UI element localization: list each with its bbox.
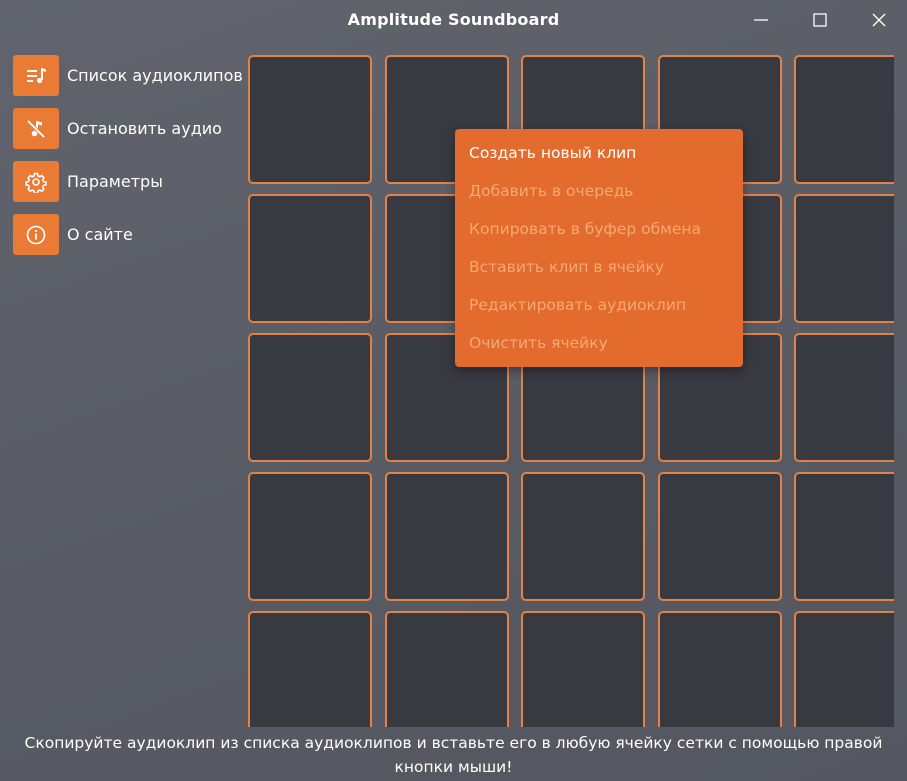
- sidebar-item-about[interactable]: О сайте: [13, 214, 243, 255]
- context-menu-item: Очистить ячейку: [469, 334, 608, 352]
- maximize-icon: [813, 13, 827, 27]
- grid-cell[interactable]: [658, 611, 782, 727]
- status-text-line1: Скопируйте аудиоклип из списка аудиоклип…: [24, 734, 883, 752]
- minimize-icon: [754, 19, 768, 21]
- playlist-icon: [13, 55, 59, 96]
- grid-cell[interactable]: [794, 611, 894, 727]
- sidebar-item-label: Остановить аудио: [67, 119, 222, 138]
- grid-cell[interactable]: [794, 333, 894, 462]
- grid-cell[interactable]: [794, 472, 894, 601]
- grid-cell[interactable]: [658, 472, 782, 601]
- title-bar[interactable]: Amplitude Soundboard: [0, 0, 907, 40]
- grid-cell[interactable]: [248, 611, 372, 727]
- sidebar-item-stop-audio[interactable]: Остановить аудио: [13, 108, 243, 149]
- sidebar-item-label: О сайте: [67, 225, 133, 244]
- grid-cell[interactable]: [248, 472, 372, 601]
- grid-cell[interactable]: [794, 55, 894, 184]
- sidebar-item-settings[interactable]: Параметры: [13, 161, 243, 202]
- grid-cell[interactable]: [248, 55, 372, 184]
- context-menu-item: Копировать в буфер обмена: [469, 220, 701, 238]
- close-icon: [872, 13, 886, 27]
- info-icon: [13, 214, 59, 255]
- grid-cell[interactable]: [521, 472, 645, 601]
- context-menu: Создать новый клип Добавить в очередь Копи…: [455, 129, 743, 367]
- context-menu-item: Добавить в очередь: [469, 182, 634, 200]
- app-window: Amplitude Soundboard Список аудиоклипов …: [0, 0, 907, 781]
- context-menu-item[interactable]: Создать новый клип: [455, 134, 743, 172]
- gear-icon: [13, 161, 59, 202]
- close-button[interactable]: [861, 6, 897, 34]
- grid-cell[interactable]: [385, 611, 509, 727]
- sidebar: Список аудиоклипов Остановить аудио Пара…: [13, 55, 243, 267]
- sidebar-item-label: Параметры: [67, 172, 163, 191]
- context-menu-item: Редактировать аудиоклип: [469, 296, 687, 314]
- grid-cell[interactable]: [385, 472, 509, 601]
- status-bar: Скопируйте аудиоклип из списка аудиоклип…: [20, 731, 887, 779]
- sidebar-item-label: Список аудиоклипов: [67, 66, 243, 85]
- grid-cell[interactable]: [794, 194, 894, 323]
- music-off-icon: [13, 108, 59, 149]
- grid-cell[interactable]: [248, 333, 372, 462]
- grid-cell[interactable]: [248, 194, 372, 323]
- status-text-line2: кнопки мыши!: [394, 758, 513, 776]
- sidebar-item-audio-clip-list[interactable]: Список аудиоклипов: [13, 55, 243, 96]
- context-menu-item: Вставить клип в ячейку: [469, 258, 665, 276]
- grid-cell[interactable]: [521, 611, 645, 727]
- maximize-button[interactable]: [802, 6, 838, 34]
- minimize-button[interactable]: [743, 6, 779, 34]
